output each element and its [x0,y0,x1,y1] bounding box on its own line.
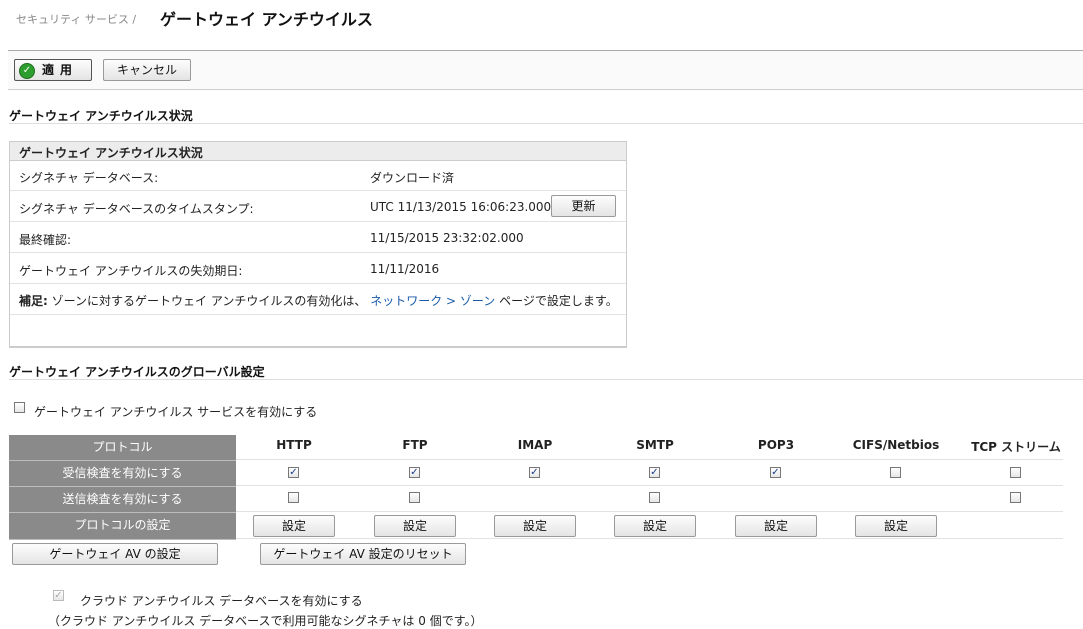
outbound-row-header: 送信検査を有効にする [9,487,236,513]
av-settings-button[interactable]: ゲートウェイ AV の設定 [12,543,218,565]
settings-row-header: プロトコルの設定 [9,513,236,540]
status-row-db: シグネチャ データベース: ダウンロード済 [10,161,626,191]
column-header: SMTP [636,438,674,452]
grid-divider [236,538,1063,539]
protocol-config-button[interactable]: 設定 [614,515,696,537]
outbound-checkbox[interactable] [288,492,299,503]
column-header: CIFS/Netbios [852,438,940,452]
status-panel-header: ゲートウェイ アンチウイルス状況 [10,142,626,161]
last-check-label: 最終確認: [19,233,72,247]
status-row-expiry: ゲートウェイ アンチウイルスの失効期日: 11/11/2016 [10,253,626,284]
breadcrumb-parent[interactable]: セキュリティ サービス / [16,11,136,27]
note-bold: 補足: [19,294,48,308]
status-note: 補足: ゾーンに対するゲートウェイ アンチウイルスの有効化は、 ネットワーク >… [19,292,618,309]
last-check-value: 11/15/2015 23:32:02.000 [370,231,524,245]
apply-label: 適用 [41,63,78,77]
status-panel-title: ゲートウェイ アンチウイルス状況 [19,146,203,160]
grid-divider [236,511,1063,512]
inbound-checkbox[interactable]: ✓ [529,467,540,478]
db-value: ダウンロード済 [370,171,455,185]
enable-service-label: ゲートウェイ アンチウイルス サービスを有効にする [34,405,318,419]
column-header: FTP [402,438,428,452]
inbound-checkbox[interactable] [890,467,901,478]
grid-divider [236,459,1063,460]
expiry-value: 11/11/2016 [370,262,440,276]
protocol-row-header: プロトコル [9,435,236,461]
note-suffix: ページで設定します。 [499,294,618,308]
zone-link[interactable]: ネットワーク > ゾーン [370,294,495,308]
inbound-checkbox[interactable] [1010,467,1021,478]
note-text: ゾーンに対するゲートウェイ アンチウイルスの有効化は、 [51,294,367,308]
outbound-checkbox[interactable] [649,492,660,503]
protocol-config-button[interactable]: 設定 [374,515,456,537]
cloud-av-note: （クラウド アンチウイルス データベースで利用可能なシグネチャは 0 個です。） [48,614,483,628]
inbound-checkbox[interactable]: ✓ [288,467,299,478]
status-note-row: 補足: ゾーンに対するゲートウェイ アンチウイルスの有効化は、 ネットワーク >… [10,284,626,315]
cloud-av-label: クラウド アンチウイルス データベースを有効にする [80,594,363,608]
outbound-checkbox[interactable] [1010,492,1021,503]
timestamp-value: UTC 11/13/2015 16:06:23.000 [370,200,552,214]
check-icon: ✓ [19,63,35,79]
toolbar: ✓ 適用 キャンセル [8,50,1083,90]
status-section-heading: ゲートウェイ アンチウイルス状況 [9,109,193,123]
global-section-heading: ゲートウェイ アンチウイルスのグローバル設定 [9,365,265,379]
expiry-label: ゲートウェイ アンチウイルスの失効期日: [19,264,243,278]
protocol-config-button[interactable]: 設定 [735,515,817,537]
apply-button[interactable]: ✓ 適用 [14,59,92,81]
inbound-checkbox[interactable]: ✓ [649,467,660,478]
status-row-last-check: 最終確認: 11/15/2015 23:32:02.000 [10,222,626,253]
status-row-timestamp: シグネチャ データベースのタイムスタンプ: UTC 11/13/2015 16:… [10,191,626,222]
enable-service-checkbox[interactable] [14,402,25,413]
outbound-checkbox[interactable] [409,492,420,503]
cancel-button[interactable]: キャンセル [103,59,191,81]
section-divider [9,123,1083,124]
inbound-checkbox[interactable]: ✓ [409,467,420,478]
section-divider [9,379,1083,380]
protocol-config-button[interactable]: 設定 [253,515,335,537]
inbound-checkbox[interactable]: ✓ [770,467,781,478]
timestamp-label: シグネチャ データベースのタイムスタンプ: [19,202,254,216]
page-title: ゲートウェイ アンチウイルス [160,10,373,29]
column-header: POP3 [757,438,795,452]
inbound-row-header: 受信検査を有効にする [9,461,236,487]
protocol-config-button[interactable]: 設定 [855,515,937,537]
column-header: IMAP [517,438,553,452]
grid-divider [236,485,1063,486]
cloud-av-checkbox[interactable]: ✓ [53,590,64,601]
protocol-config-button[interactable]: 設定 [494,515,576,537]
db-label: シグネチャ データベース: [19,171,159,185]
column-header: HTTP [276,438,312,452]
status-panel: ゲートウェイ アンチウイルス状況 シグネチャ データベース: ダウンロード済 シ… [9,141,627,348]
update-button[interactable]: 更新 [551,195,616,217]
av-reset-button[interactable]: ゲートウェイ AV 設定のリセット [260,543,466,565]
column-header: TCP ストリーム [971,440,1061,454]
